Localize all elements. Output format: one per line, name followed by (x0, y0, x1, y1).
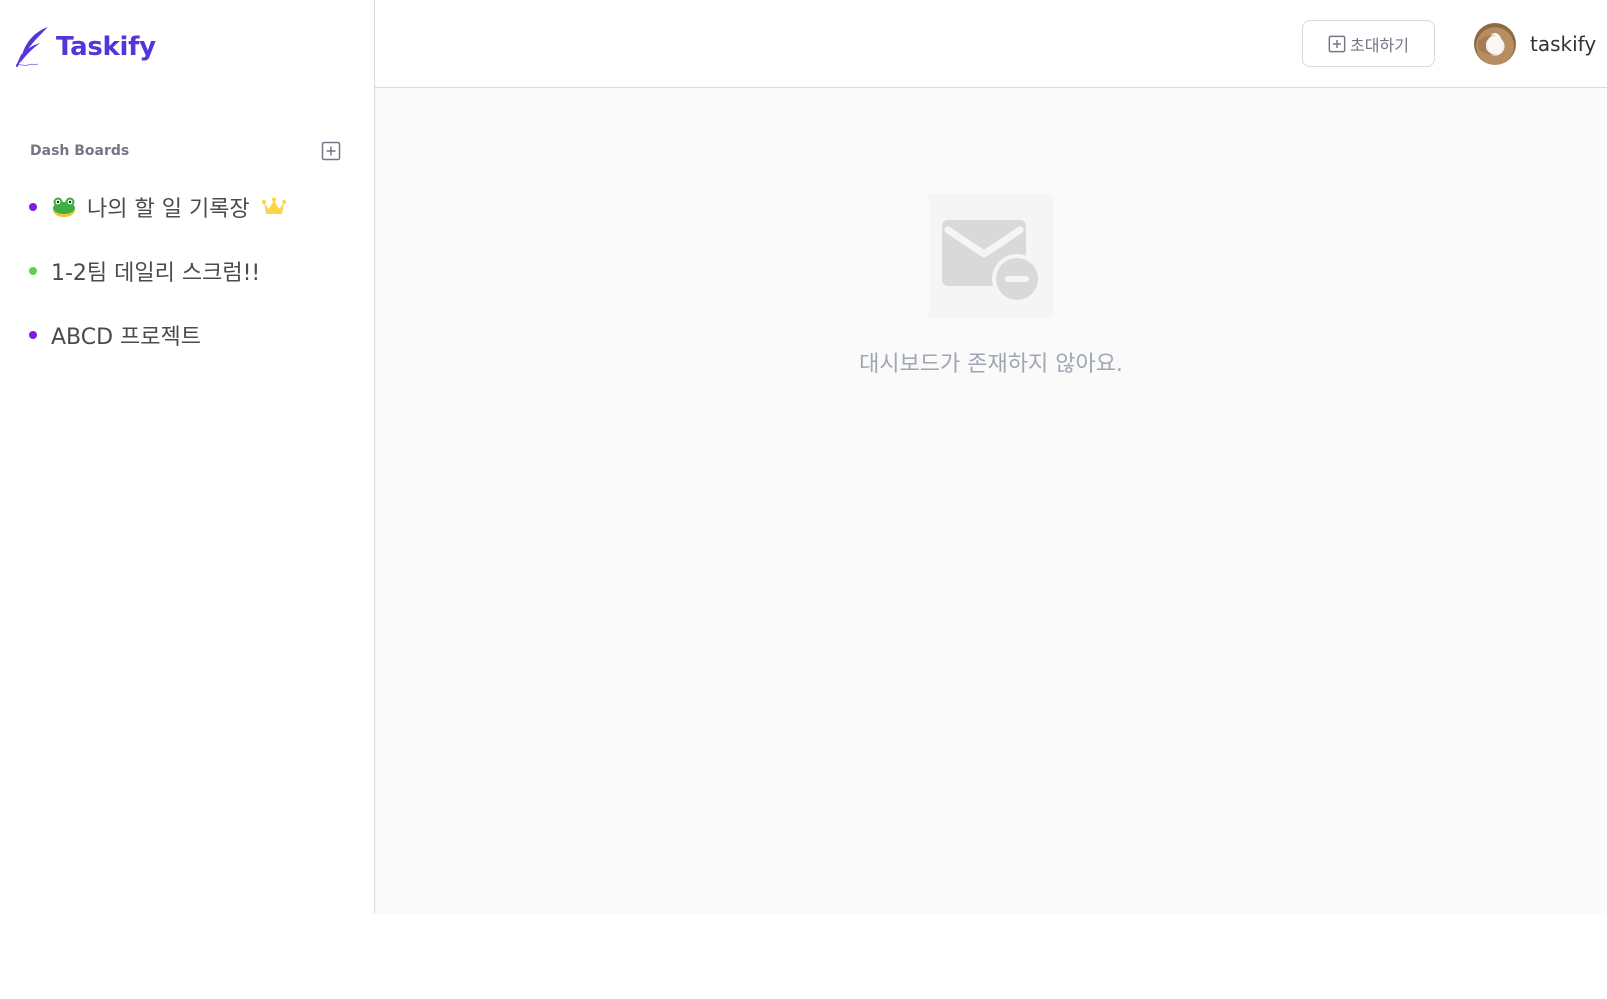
empty-state: 대시보드가 존재하지 않아요. (375, 194, 1607, 378)
plus-square-icon (321, 141, 341, 161)
user-name: taskify (1530, 32, 1597, 56)
color-dot (29, 267, 37, 275)
main-content: 대시보드가 존재하지 않아요. (375, 88, 1607, 913)
color-dot (29, 331, 37, 339)
logo[interactable]: Taskify (14, 24, 156, 70)
dashboard-name: 나의 할 일 기록장 (87, 197, 250, 222)
dashboard-name: ABCD 프로젝트 (51, 325, 202, 350)
plus-square-icon (1328, 35, 1346, 52)
dashboards-section-header: Dash Boards (30, 138, 342, 164)
add-dashboard-button[interactable] (320, 140, 342, 162)
app-root: Taskify Dash Boards 나의 할 일 기록장 1-2팀 데일리 … (0, 0, 1607, 999)
top-header: 초대하기 taskify (375, 0, 1607, 88)
brand-name: Taskify (56, 32, 156, 62)
frog-icon (51, 196, 77, 218)
avatar (1474, 23, 1516, 65)
empty-message: 대시보드가 존재하지 않아요. (859, 352, 1123, 377)
dashboard-item[interactable]: 1-2팀 데일리 스크럼!! (26, 250, 356, 292)
invite-label: 초대하기 (1350, 37, 1409, 55)
sidebar: Taskify Dash Boards 나의 할 일 기록장 1-2팀 데일리 … (0, 0, 375, 913)
dashboard-list: 나의 할 일 기록장 1-2팀 데일리 스크럼!! ABCD 프로젝트 (26, 186, 356, 378)
mail-minus-icon (929, 194, 1053, 318)
crown-icon (261, 197, 286, 217)
invite-button[interactable]: 초대하기 (1302, 20, 1435, 67)
user-profile[interactable]: taskify (1474, 22, 1596, 66)
color-dot (29, 203, 37, 211)
feather-logo-icon (15, 27, 48, 67)
dashboard-item[interactable]: 나의 할 일 기록장 (26, 186, 356, 228)
dashboard-item[interactable]: ABCD 프로젝트 (26, 314, 356, 356)
dashboard-name: 1-2팀 데일리 스크럼!! (51, 261, 261, 286)
section-title: Dash Boards (30, 143, 130, 159)
